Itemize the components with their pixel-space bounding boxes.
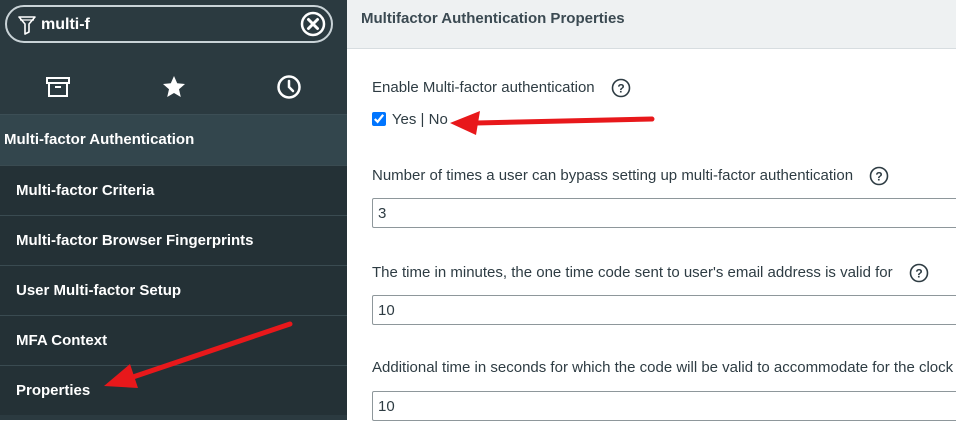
nav-item-user-setup[interactable]: User Multi-factor Setup <box>0 265 347 315</box>
field-label-text: Number of times a user can bypass settin… <box>372 166 854 184</box>
main-panel: Multifactor Authentication Properties En… <box>347 0 956 421</box>
page-title: Multifactor Authentication Properties <box>361 10 625 27</box>
svg-text:?: ? <box>617 82 624 96</box>
help-icon[interactable]: ? <box>611 78 631 98</box>
code-valid-minutes-input[interactable] <box>372 295 956 325</box>
svg-text:?: ? <box>876 170 883 184</box>
nav-item-browser-fingerprints[interactable]: Multi-factor Browser Fingerprints <box>0 215 347 265</box>
star-icon <box>162 76 185 97</box>
enable-mfa-checkbox[interactable] <box>372 112 386 126</box>
navigator-tabs <box>0 61 347 113</box>
nav-section-mfa[interactable]: Multi-factor Authentication <box>0 114 347 165</box>
field-label-code-valid-minutes: The time in minutes, the one time code s… <box>372 263 929 283</box>
field-label-text: Enable Multi-factor authentication <box>372 78 595 96</box>
svg-text:?: ? <box>915 267 922 281</box>
filter-input[interactable]: multi-f <box>5 5 333 43</box>
page-header: Multifactor Authentication Properties <box>347 0 956 49</box>
field-label-text: Additional time in seconds for which the… <box>372 359 954 376</box>
field-label-clock-skew: Additional time in seconds for which the… <box>372 359 953 376</box>
help-icon[interactable]: ? <box>869 166 889 186</box>
tab-favorites[interactable] <box>116 61 232 113</box>
annotation-arrow <box>450 111 655 135</box>
filter-value: multi-f <box>41 16 90 33</box>
funnel-icon <box>18 16 36 35</box>
clock-icon <box>277 75 301 99</box>
archive-icon <box>45 77 70 97</box>
nav-item-criteria[interactable]: Multi-factor Criteria <box>0 165 347 215</box>
field-label-bypass-count: Number of times a user can bypass settin… <box>372 166 889 186</box>
enable-mfa-toggle: Yes | No <box>372 111 448 128</box>
clock-skew-input[interactable] <box>372 391 956 421</box>
bypass-count-input[interactable] <box>372 198 956 228</box>
annotation-arrow <box>104 321 293 388</box>
filter-area: multi-f <box>0 0 347 50</box>
tab-all-apps[interactable] <box>0 61 116 113</box>
clear-filter-icon[interactable] <box>300 11 326 37</box>
field-label-enable-mfa: Enable Multi-factor authentication ? <box>372 78 631 98</box>
tab-history[interactable] <box>231 61 347 113</box>
help-icon[interactable]: ? <box>909 263 929 283</box>
field-label-text: The time in minutes, the one time code s… <box>372 263 893 281</box>
